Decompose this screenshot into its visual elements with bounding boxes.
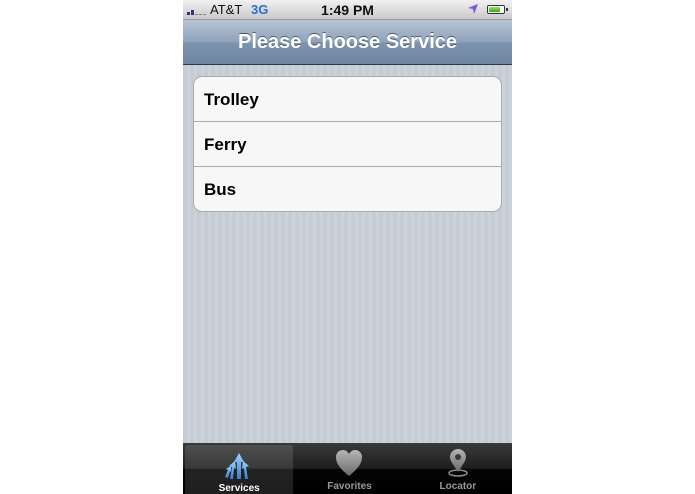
- battery-icon: [487, 5, 508, 14]
- tab-bar: Services Favorites Locator: [183, 443, 512, 494]
- heart-icon: [334, 448, 364, 478]
- service-list: Trolley Ferry Bus: [193, 76, 502, 212]
- locator-pin-icon: [443, 448, 473, 478]
- status-bar: AT&T 3G 1:49 PM: [183, 0, 512, 20]
- status-time: 1:49 PM: [321, 2, 374, 18]
- phone-screen: AT&T 3G 1:49 PM Please Choose Service Tr…: [183, 0, 512, 494]
- page-title: Please Choose Service: [237, 31, 457, 53]
- tab-services[interactable]: Services: [185, 445, 294, 494]
- battery-level: [489, 7, 501, 12]
- location-arrow-icon: [467, 3, 479, 18]
- tab-label: Favorites: [327, 481, 372, 492]
- list-item-bus[interactable]: Bus: [194, 167, 501, 211]
- tab-favorites[interactable]: Favorites: [295, 443, 403, 494]
- tab-locator[interactable]: Locator: [404, 443, 512, 494]
- list-item-trolley[interactable]: Trolley: [194, 77, 501, 122]
- tab-label: Locator: [439, 481, 477, 492]
- navigation-bar: Please Choose Service: [183, 20, 512, 65]
- list-item-ferry[interactable]: Ferry: [194, 122, 501, 167]
- services-arrows-icon: [224, 450, 254, 480]
- tab-label: Services: [218, 483, 260, 494]
